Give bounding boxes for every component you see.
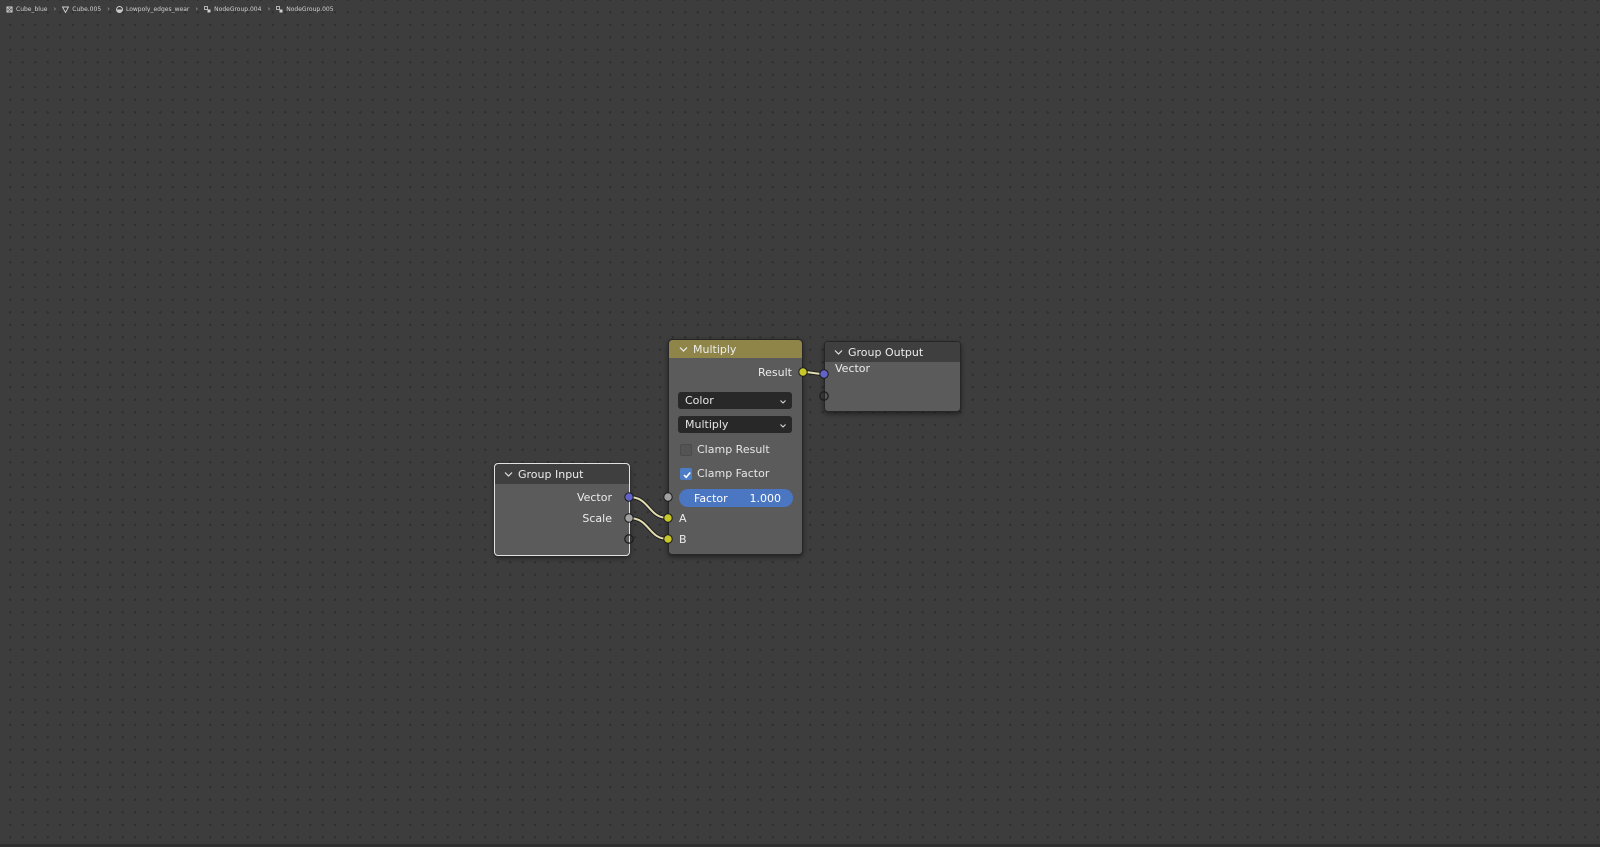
input-label-b: B — [679, 533, 687, 546]
node-title: Multiply — [693, 342, 737, 356]
clamp-result-checkbox-row[interactable]: Clamp Result — [680, 443, 770, 456]
clamp-factor-checkbox[interactable] — [680, 467, 692, 480]
dropdown-value: Color — [685, 394, 714, 407]
node-title: Group Output — [848, 345, 924, 359]
input-label-vector: Vector — [835, 362, 871, 375]
mesh-icon — [62, 6, 70, 13]
factor-slider[interactable]: Factor 1.000 — [679, 489, 793, 507]
slider-value: 1.000 — [749, 491, 782, 505]
breadcrumb-label: Lowpoly_edges_wear — [125, 5, 190, 13]
material-icon — [116, 5, 123, 13]
chevron-down-icon[interactable] — [679, 345, 688, 354]
multiply-node[interactable]: Multiply Result Color Multiply Clamp Res… — [668, 339, 803, 555]
breadcrumb-label: Cube.005 — [72, 5, 102, 13]
node-group-icon — [204, 5, 211, 13]
data-type-dropdown[interactable]: Color — [678, 392, 792, 409]
checkbox-label: Clamp Factor — [697, 467, 770, 480]
output-label-vector: Vector — [576, 491, 612, 504]
group-input-header[interactable]: Group Input — [495, 464, 629, 484]
link-result-to-vector[interactable] — [802, 370, 825, 376]
chevron-down-icon — [779, 420, 787, 428]
node-title: Group Input — [518, 467, 584, 481]
group-input-node[interactable]: Group Input Vector Scale — [494, 463, 630, 556]
breadcrumb-item-nodegroup-005[interactable]: NodeGroup.005 — [276, 5, 334, 13]
breadcrumb-item-mesh[interactable]: Cube.005 — [62, 6, 101, 13]
slider-label: Factor — [694, 491, 728, 505]
group-output-node[interactable]: Group Output Vector — [824, 341, 961, 412]
chevron-down-icon — [779, 396, 787, 404]
chevron-right-icon: › — [53, 5, 57, 13]
multiply-header[interactable]: Multiply — [669, 340, 802, 358]
input-label-a: A — [679, 512, 687, 525]
breadcrumb: Cube_blue › Cube.005 › Lowpoly_edges_wea… — [6, 3, 334, 15]
link-scale-to-b[interactable] — [628, 516, 669, 541]
chevron-right-icon: › — [107, 5, 110, 13]
node-group-icon — [276, 5, 283, 13]
object-icon — [6, 6, 13, 13]
breadcrumb-item-object[interactable]: Cube_blue — [6, 6, 47, 13]
chevron-right-icon: › — [267, 5, 271, 13]
breadcrumb-label: NodeGroup.005 — [286, 5, 334, 13]
group-output-header[interactable]: Group Output — [825, 342, 960, 362]
output-label-result: Result — [758, 366, 792, 379]
checkbox-label: Clamp Result — [697, 443, 770, 456]
checkmark-icon — [683, 471, 691, 479]
breadcrumb-item-nodegroup-004[interactable]: NodeGroup.004 — [204, 6, 261, 13]
breadcrumb-label: Cube_blue — [16, 5, 48, 13]
blend-mode-dropdown[interactable]: Multiply — [678, 416, 792, 433]
output-label-scale: Scale — [582, 512, 612, 525]
breadcrumb-label: NodeGroup.004 — [214, 5, 262, 13]
chevron-down-icon[interactable] — [834, 348, 843, 357]
link-vector-to-a[interactable] — [628, 495, 669, 520]
clamp-factor-checkbox-row[interactable]: Clamp Factor — [680, 467, 769, 480]
chevron-right-icon: › — [195, 5, 199, 13]
dropdown-value: Multiply — [685, 418, 729, 431]
chevron-down-icon[interactable] — [504, 470, 513, 479]
clamp-result-checkbox[interactable] — [680, 443, 692, 456]
breadcrumb-item-material[interactable]: Lowpoly_edges_wear — [116, 6, 189, 13]
